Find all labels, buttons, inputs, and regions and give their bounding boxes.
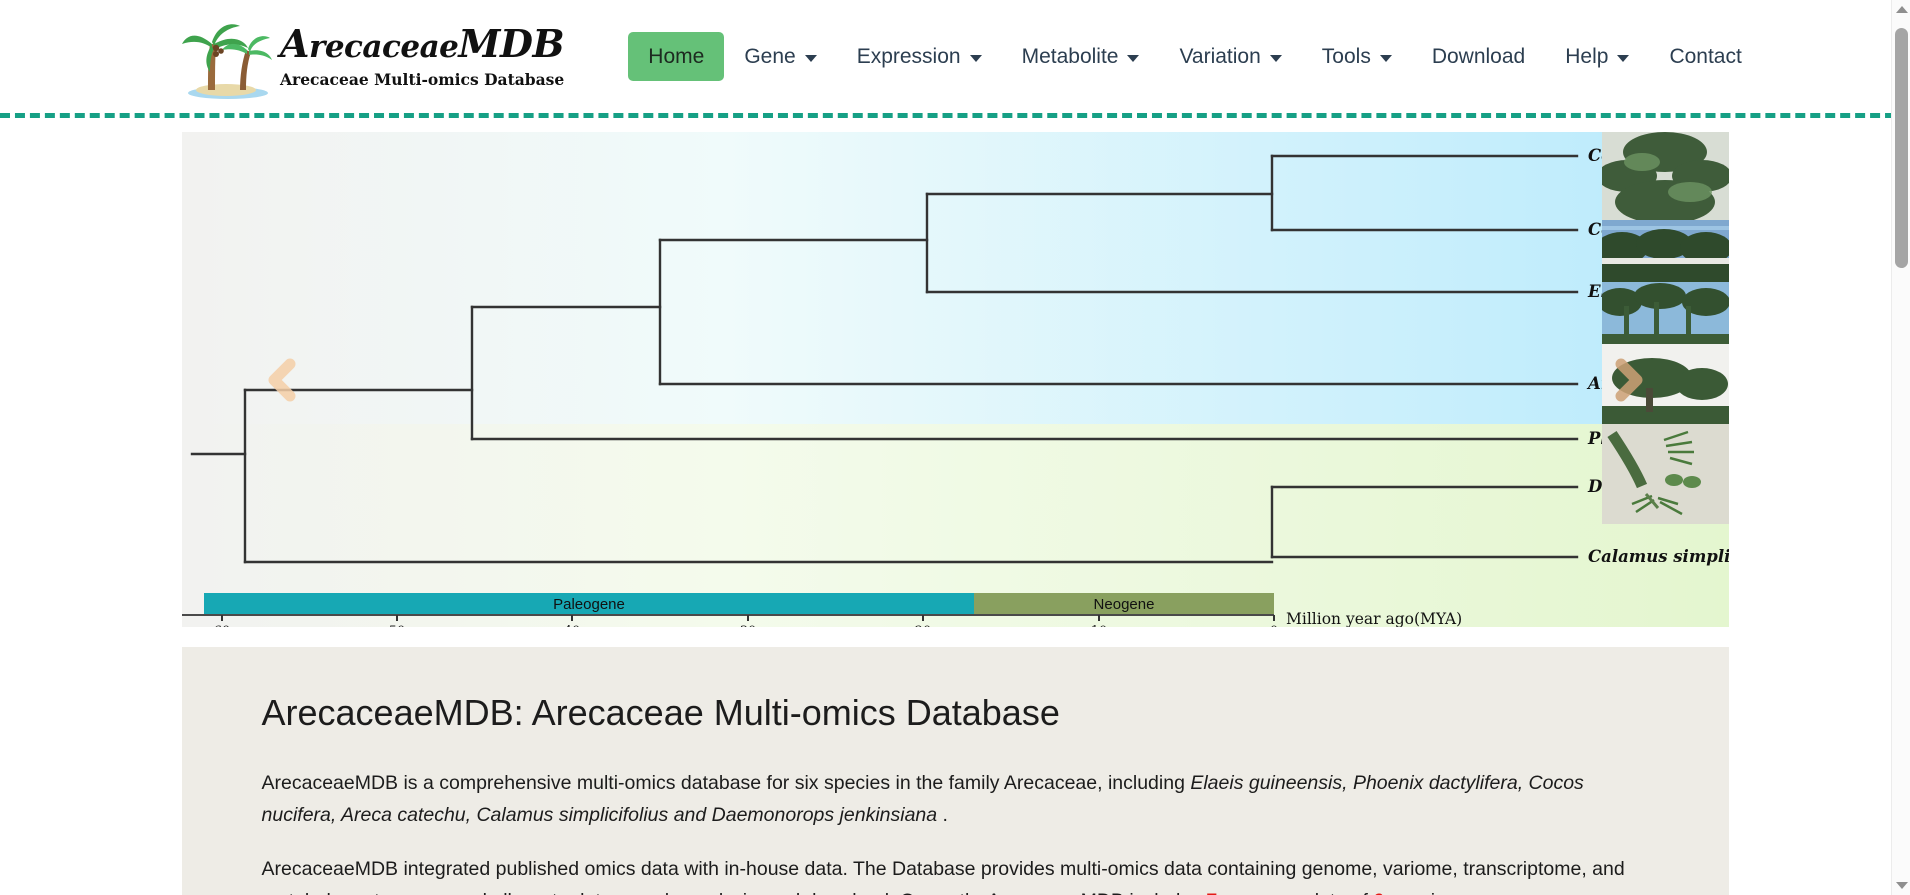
- axis-tick-10: 10: [1090, 624, 1107, 627]
- chevron-left-icon[interactable]: [260, 357, 306, 403]
- nav-item-gene[interactable]: Gene: [724, 32, 836, 81]
- phylogenetic-tree-figure: Cocos nucifera tall Cocos nucifera dwarf…: [181, 132, 1729, 627]
- intro-p1-lead: ArecaceaeMDB is a comprehensive multi-om…: [261, 772, 1191, 795]
- brand-title: ArecaceaeMDB: [280, 24, 565, 65]
- nav-label-home: Home: [648, 44, 705, 68]
- brand-subtitle: Arecaceae Multi-omics Database: [280, 69, 565, 89]
- nav-label-help: Help: [1565, 44, 1609, 68]
- intro-p1-tail: .: [937, 803, 948, 826]
- nav-item-contact[interactable]: Contact: [1649, 32, 1761, 81]
- intro-paragraph-2: ArecaceaeMDB integrated published omics …: [262, 854, 1649, 895]
- nav-label-download: Download: [1431, 44, 1526, 68]
- nav-label-metabolite: Metabolite: [1021, 44, 1119, 68]
- nav-item-tools[interactable]: Tools: [1302, 32, 1412, 81]
- page-scrollbar[interactable]: [1891, 0, 1910, 895]
- nav-label-gene: Gene: [744, 44, 796, 68]
- palm-trees-island-icon: [178, 14, 274, 100]
- areca-palm-photo: [1601, 282, 1729, 344]
- intro-panel: ArecaceaeMDB: Arecaceae Multi-omics Data…: [181, 647, 1729, 895]
- axis-tick-0: 0: [1269, 624, 1277, 627]
- chevron-down-icon: [1379, 54, 1392, 62]
- period-label-neogene: Neogene: [1093, 596, 1154, 613]
- scroll-up-arrow-icon[interactable]: [1892, 0, 1910, 19]
- chevron-down-icon: [969, 54, 982, 62]
- brand-logo-block[interactable]: ArecaceaeMDB Arecaceae Multi-omics Datab…: [178, 12, 565, 102]
- axis-tick-30: 30: [739, 624, 756, 627]
- brand-title-initial: A: [280, 20, 309, 66]
- chevron-down-icon: [804, 54, 817, 62]
- nav-item-download[interactable]: Download: [1412, 32, 1545, 81]
- nav-label-variation: Variation: [1179, 44, 1261, 68]
- chevron-right-icon[interactable]: [1605, 357, 1651, 403]
- leaf-label-calamus: Calamus simplicifolius: [1588, 547, 1729, 566]
- nav-item-help[interactable]: Help: [1545, 32, 1649, 81]
- species-count: 6: [1373, 890, 1384, 895]
- main-navigation: Home Gene Expression Metabolite Variatio…: [628, 27, 1762, 87]
- page-root: ArecaceaeMDB Arecaceae Multi-omics Datab…: [0, 0, 1910, 895]
- scrollbar-thumb[interactable]: [1895, 28, 1908, 268]
- nav-label-expression: Expression: [856, 44, 961, 68]
- chevron-down-icon: [1269, 54, 1282, 62]
- genome-count: 7: [1206, 890, 1217, 895]
- nav-item-home[interactable]: Home: [628, 31, 725, 82]
- nav-label-tools: Tools: [1321, 44, 1371, 68]
- nav-item-expression[interactable]: Expression: [837, 32, 1002, 81]
- period-label-paleogene: Paleogene: [553, 596, 625, 613]
- page-title: ArecaceaeMDB: Arecaceae Multi-omics Data…: [261, 692, 1060, 733]
- axis-tick-60: 60: [213, 624, 230, 627]
- axis-title: Million year ago(MYA): [1286, 610, 1462, 627]
- brand-title-abbr: MDB: [458, 20, 565, 66]
- axis-tick-40: 40: [563, 624, 580, 627]
- scroll-down-arrow-icon[interactable]: [1892, 876, 1910, 895]
- nav-label-contact: Contact: [1669, 44, 1742, 68]
- brand-title-rest: recaceae: [308, 28, 459, 65]
- intro-paragraph-1: ArecaceaeMDB is a comprehensive multi-om…: [262, 768, 1649, 832]
- hero-carousel[interactable]: Cocos nucifera tall Cocos nucifera dwarf…: [181, 132, 1729, 627]
- coconut-palm-photo: [1601, 132, 1729, 220]
- axis-tick-50: 50: [388, 624, 405, 627]
- brand-text: ArecaceaeMDB Arecaceae Multi-omics Datab…: [280, 24, 565, 89]
- nav-item-metabolite[interactable]: Metabolite: [1002, 32, 1160, 81]
- axis-tick-20: 20: [914, 624, 931, 627]
- chevron-down-icon: [1127, 54, 1140, 62]
- intro-p2-part2: genomes data of: [1217, 890, 1373, 895]
- chevron-down-icon: [1617, 54, 1630, 62]
- oil-palm-photo: [1601, 220, 1729, 282]
- rattan-photo: [1601, 424, 1729, 524]
- intro-p2-part3: specie: [1384, 890, 1446, 895]
- nav-item-variation[interactable]: Variation: [1159, 32, 1301, 81]
- hero-carousel-wrapper: Cocos nucifera tall Cocos nucifera dwarf…: [181, 132, 1729, 627]
- site-header: ArecaceaeMDB Arecaceae Multi-omics Datab…: [0, 0, 1910, 118]
